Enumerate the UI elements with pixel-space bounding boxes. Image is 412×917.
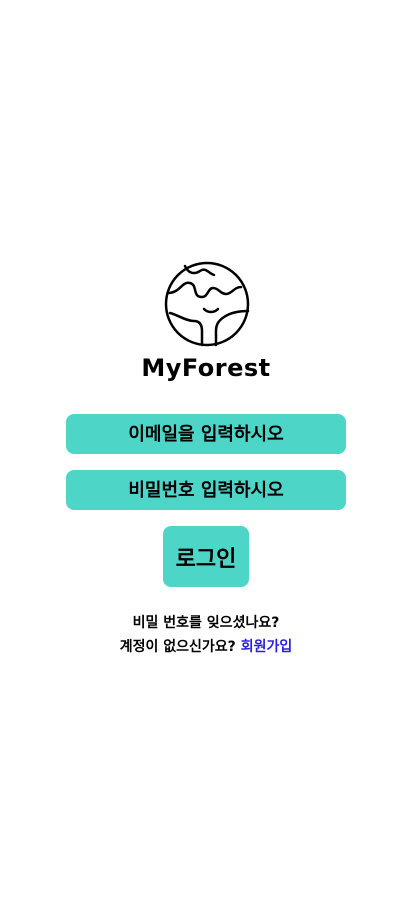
globe-icon <box>164 261 250 347</box>
signup-link[interactable]: 회원가입 <box>241 639 293 655</box>
password-field[interactable] <box>66 470 346 510</box>
email-field[interactable] <box>66 414 346 454</box>
login-button[interactable]: 로그인 <box>163 526 249 587</box>
app-name: MyForest <box>141 354 271 382</box>
no-account-text: 계정이 없으신가요? <box>119 639 236 655</box>
forgot-password-link[interactable]: 비밀 번호를 잊으셨나요? <box>0 612 412 632</box>
signup-prompt: 계정이 없으신가요? 회원가입 <box>0 636 412 656</box>
